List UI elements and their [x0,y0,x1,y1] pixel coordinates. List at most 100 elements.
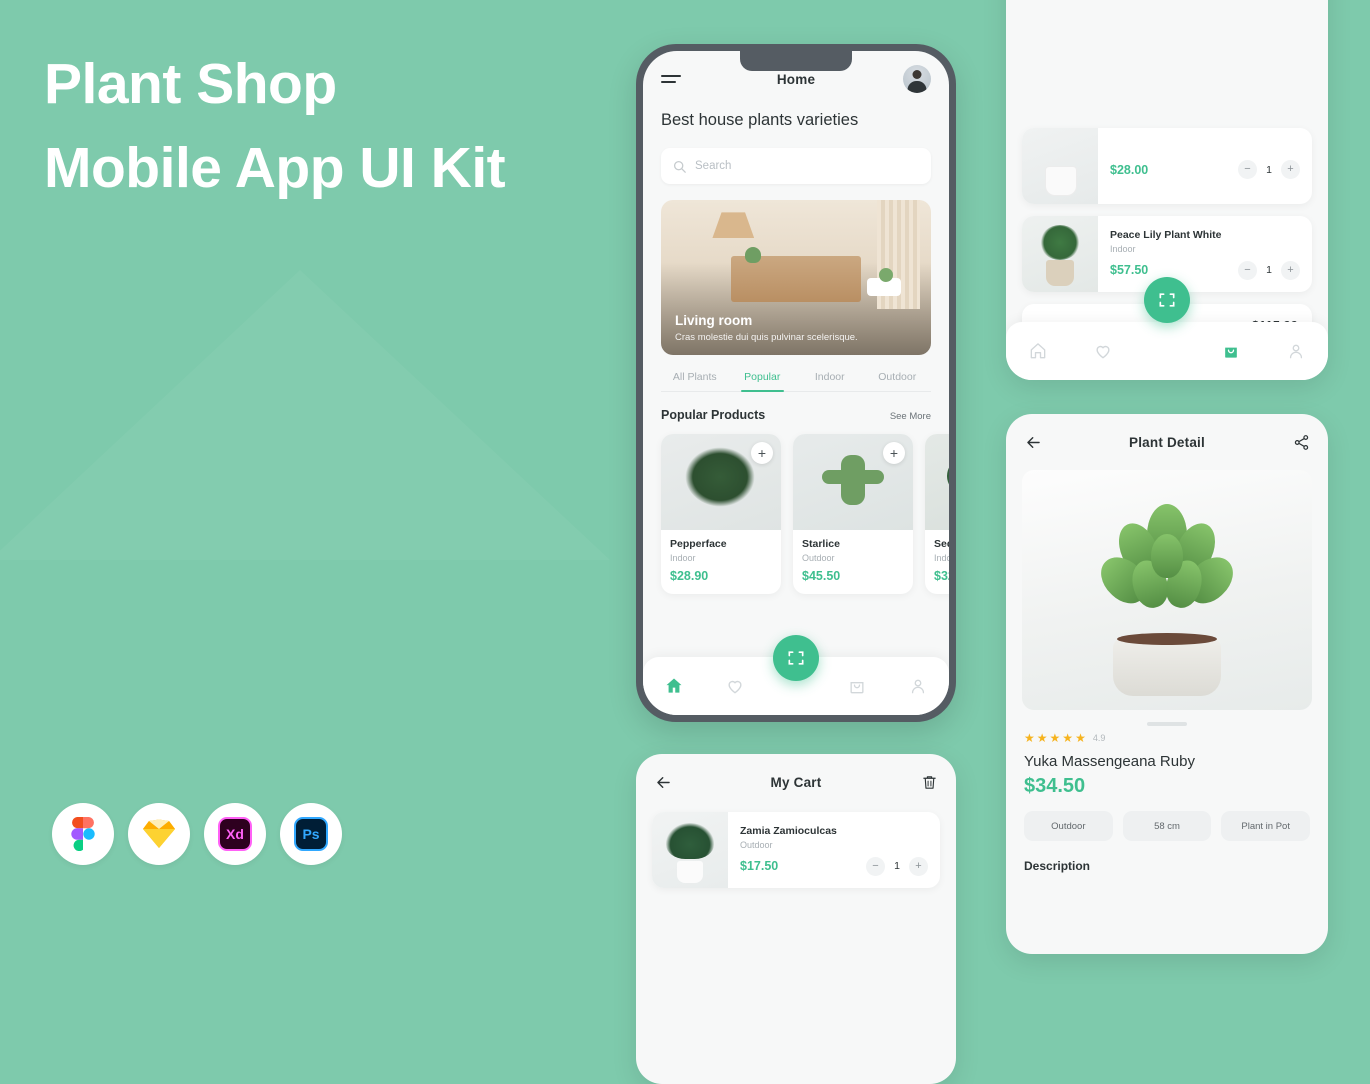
user-avatar[interactable] [903,65,931,93]
share-button[interactable] [1293,434,1310,451]
chip-category[interactable]: Outdoor [1024,811,1113,841]
person-icon [912,679,925,694]
quantity-value: 1 [1266,264,1272,276]
product-card[interactable]: + Starlice Outdoor $45.50 [793,434,913,594]
section-title: Popular Products [661,408,766,422]
add-to-cart-button[interactable]: + [883,442,905,464]
banner-plant-left [744,246,761,263]
product-card[interactable]: + Pepperface Indoor $28.90 [661,434,781,594]
product-category: Indoo [934,553,949,563]
adobe-xd-label: Xd [226,826,244,842]
nav-favorites[interactable] [704,676,765,696]
star-icon: ★ [1024,731,1035,745]
nav-home[interactable] [1006,341,1070,361]
tab-all-plants[interactable]: All Plants [661,371,729,391]
nav-profile[interactable] [1264,341,1328,361]
chip-type[interactable]: Plant in Pot [1221,811,1311,841]
product-name: Starlice [802,538,840,550]
decrease-quantity-button[interactable]: − [1238,160,1257,179]
delete-all-button[interactable] [921,774,938,791]
bag-icon [850,682,864,694]
category-tabs: All Plants Popular Indoor Outdoor [661,371,931,392]
living-room-banner[interactable]: Living room Cras molestie dui quis pulvi… [661,200,931,355]
cart-item[interactable]: Zamia Zamioculcas Outdoor $17.50 − 1 + [652,812,940,888]
mycart-title: My Cart [770,774,822,790]
increase-quantity-button[interactable]: + [1281,160,1300,179]
cart-item-image [652,812,728,888]
mycart-appbar: My Cart [636,754,956,810]
product-category: Indoor [670,553,696,563]
back-button[interactable] [1024,433,1043,452]
cart-item-price: $28.00 [1110,162,1149,177]
tab-outdoor[interactable]: Outdoor [864,371,932,391]
bag-icon [1225,347,1238,358]
cart-item-price: $57.50 [1110,263,1149,277]
nav-bag[interactable] [1199,341,1263,361]
product-card[interactable]: Sedu Indoo $32 [925,434,949,594]
decrease-quantity-button[interactable]: − [866,856,885,876]
scan-fab-button[interactable] [1144,277,1190,323]
tab-popular[interactable]: Popular [729,371,797,392]
cart-screen-panel: $28.00 − 1 + Peace Lily Plant White Indo… [1006,0,1328,380]
scan-fab-button[interactable] [773,635,819,681]
cart-item-name: Peace Lily Plant White [1110,228,1222,241]
popular-section-header: Popular Products See More [661,408,931,422]
add-to-cart-button[interactable]: + [751,442,773,464]
cart-item-category: Outdoor [740,839,773,850]
mycart-item-list: Zamia Zamioculcas Outdoor $17.50 − 1 + [636,810,956,888]
back-arrow-icon [657,776,670,788]
promo-title-line2: Mobile App UI Kit [44,136,506,200]
cart-item-row: $17.50 − 1 + [740,856,928,876]
nav-bag[interactable] [827,676,888,696]
cart-item-price: $17.50 [740,859,779,873]
nav-favorites[interactable] [1070,341,1134,361]
cart-bottom-nav [1006,322,1328,380]
cart-item-info: Peace Lily Plant White Indoor $57.50 − 1… [1098,219,1312,290]
star-icon: ★ [1075,731,1086,745]
star-icon: ★ [1062,731,1074,745]
decrease-quantity-button[interactable]: − [1238,260,1257,280]
product-image: + [661,434,781,530]
home-icon [666,678,682,693]
hamburger-icon[interactable] [661,75,681,83]
home-phone-frame: Home Best house plants varieties Search … [636,44,956,722]
star-icon: ★ [1049,731,1061,745]
description-title: Description [1024,859,1091,873]
promo-block: Plant Shop Mobile App UI Kit [44,42,604,210]
scan-icon [1159,293,1175,307]
phone-notch [740,51,852,71]
see-more-link[interactable]: See More [890,411,931,422]
plant-detail-panel: Plant Detail ★ ★ ★ ★ ★ 4.9 Yuka Massenge… [1006,414,1328,954]
quantity-value: 1 [1266,163,1272,176]
back-button[interactable] [654,773,673,792]
chip-size[interactable]: 58 cm [1122,811,1212,841]
home-screen: Home Best house plants varieties Search … [643,51,949,715]
banner-title: Living room [675,313,753,328]
increase-quantity-button[interactable]: + [1281,260,1300,280]
sketch-badge [128,803,190,865]
product-price: $45.50 [802,569,841,583]
adobe-xd-badge: Xd [204,803,266,865]
detail-body: ★ ★ ★ ★ ★ 4.9 Yuka Massengeana Ruby $34.… [1006,726,1328,873]
share-icon [1294,434,1309,450]
cart-item-info: Zamia Zamioculcas Outdoor $17.50 − 1 + [728,815,940,886]
tool-badges: Xd Ps [52,803,342,865]
plant-detail-image [1022,470,1312,710]
trash-icon [923,775,936,789]
tab-indoor[interactable]: Indoor [796,371,864,391]
search-input[interactable]: Search [661,148,931,184]
nav-home[interactable] [643,676,704,696]
home-icon [1030,343,1046,359]
star-icon: ★ [1036,731,1048,745]
banner-lamp [712,212,755,239]
quantity-stepper: − 1 + [1238,260,1300,280]
succulent-illustration [1092,503,1242,644]
nav-profile[interactable] [888,676,949,696]
product-image [925,434,949,530]
quantity-value: 1 [894,860,900,872]
cart-item[interactable]: $28.00 − 1 + [1022,128,1312,204]
increase-quantity-button[interactable]: + [909,856,928,876]
search-placeholder: Search [695,160,732,172]
cart-item-list: $28.00 − 1 + Peace Lily Plant White Indo… [1006,126,1328,292]
person-icon [1289,344,1302,359]
